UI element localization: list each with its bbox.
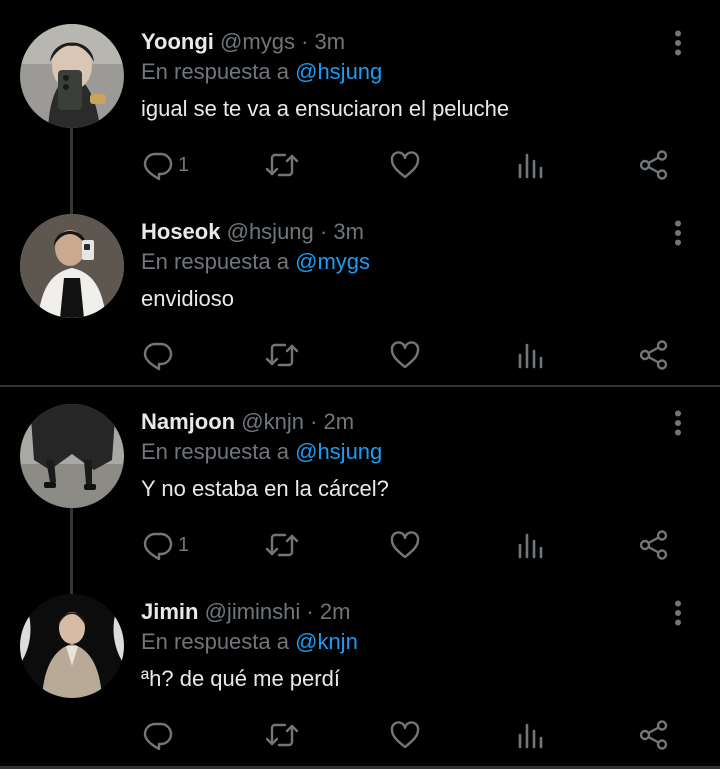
display-name[interactable]: Yoongi [141,29,214,54]
reply-context: En respuesta a @hsjung [141,438,382,466]
timestamp[interactable]: 2m [320,599,351,624]
tweet-header: Jimin @jiminshi · 2m [141,598,350,626]
tweet-header: Hoseok @hsjung · 3m [141,218,364,246]
views-button[interactable] [515,145,547,185]
like-icon [389,719,421,751]
like-button[interactable] [389,715,421,755]
username-handle[interactable]: @mygs [220,29,295,54]
username-handle[interactable]: @knjn [241,409,304,434]
tweet[interactable]: Hoseok @hsjung · 3m En respuesta a @mygs… [0,190,720,386]
share-icon [638,719,670,751]
action-bar [0,335,720,375]
share-icon [638,149,670,181]
like-button[interactable] [389,525,421,565]
like-icon [389,339,421,371]
reply-context: En respuesta a @knjn [141,628,358,656]
like-icon [389,149,421,181]
more-vertical-icon[interactable] [668,600,688,626]
tweet[interactable]: Namjoon @knjn · 2m En respuesta a @hsjun… [0,380,720,570]
tweet-header: Namjoon @knjn · 2m [141,408,354,436]
more-vertical-icon[interactable] [668,30,688,56]
retweet-button[interactable] [264,145,300,185]
views-icon [515,719,547,751]
timestamp[interactable]: 3m [333,219,364,244]
share-button[interactable] [638,145,670,185]
reply-prefix: En respuesta a [141,629,289,654]
tweet[interactable]: Yoongi @mygs · 3m En respuesta a @hsjung… [0,0,720,190]
display-name[interactable]: Hoseok [141,219,220,244]
share-icon [638,529,670,561]
thread-line [70,190,73,214]
action-bar: 1 [0,525,720,565]
reply-context: En respuesta a @mygs [141,248,370,276]
views-button[interactable] [515,715,547,755]
display-name[interactable]: Namjoon [141,409,235,434]
like-button[interactable] [389,335,421,375]
more-vertical-icon[interactable] [668,410,688,436]
timestamp[interactable]: 3m [315,29,346,54]
reply-prefix: En respuesta a [141,249,289,274]
share-button[interactable] [638,525,670,565]
like-button[interactable] [389,145,421,185]
reply-mention-link[interactable]: @hsjung [295,59,382,84]
tweet[interactable]: Jimin @jiminshi · 2m En respuesta a @knj… [0,570,720,769]
reply-button[interactable] [142,335,178,375]
reply-icon [142,529,174,561]
display-name[interactable]: Jimin [141,599,198,624]
views-button[interactable] [515,525,547,565]
username-handle[interactable]: @hsjung [227,219,314,244]
reply-context: En respuesta a @hsjung [141,58,382,86]
reply-icon [142,149,174,181]
reply-prefix: En respuesta a [141,59,289,84]
views-icon [515,529,547,561]
reply-icon [142,339,174,371]
separator-dot: · [306,599,314,624]
retweet-button[interactable] [264,525,300,565]
thread-line [70,570,73,594]
share-icon [638,339,670,371]
separator-dot: · [310,409,318,434]
more-vertical-icon[interactable] [668,220,688,246]
reply-button[interactable]: 1 [142,525,189,565]
reply-button[interactable]: 1 [142,145,189,185]
action-bar: 1 [0,145,720,185]
avatar[interactable] [20,214,124,318]
action-bar [0,715,720,755]
retweet-button[interactable] [264,715,300,755]
retweet-icon [264,149,300,181]
reply-mention-link[interactable]: @mygs [295,249,370,274]
views-button[interactable] [515,335,547,375]
share-button[interactable] [638,335,670,375]
retweet-icon [264,339,300,371]
separator-dot: · [301,29,309,54]
tweet-text: Y no estaba en la cárcel? [141,476,389,501]
reply-mention-link[interactable]: @hsjung [295,439,382,464]
tweet-text: ªh? de qué me perdí [141,666,340,691]
separator-dot: · [319,219,328,244]
timestamp[interactable]: 2m [324,409,355,434]
reply-count: 1 [178,533,190,556]
reply-mention-link[interactable]: @knjn [295,629,358,654]
views-icon [515,339,547,371]
share-button[interactable] [638,715,670,755]
views-icon [515,149,547,181]
reply-count: 1 [178,153,190,176]
avatar[interactable] [20,24,124,128]
avatar[interactable] [20,594,124,698]
retweet-icon [264,529,300,561]
username-handle[interactable]: @jiminshi [205,599,301,624]
like-icon [389,529,421,561]
reply-icon [142,719,174,751]
tweet-text: igual se te va a ensuciaron el peluche [141,96,510,121]
retweet-button[interactable] [264,335,300,375]
retweet-icon [264,719,300,751]
reply-button[interactable] [142,715,178,755]
tweet-text: envidioso [141,286,234,311]
reply-prefix: En respuesta a [141,439,289,464]
tweet-header: Yoongi @mygs · 3m [141,28,345,56]
avatar[interactable] [20,404,124,508]
